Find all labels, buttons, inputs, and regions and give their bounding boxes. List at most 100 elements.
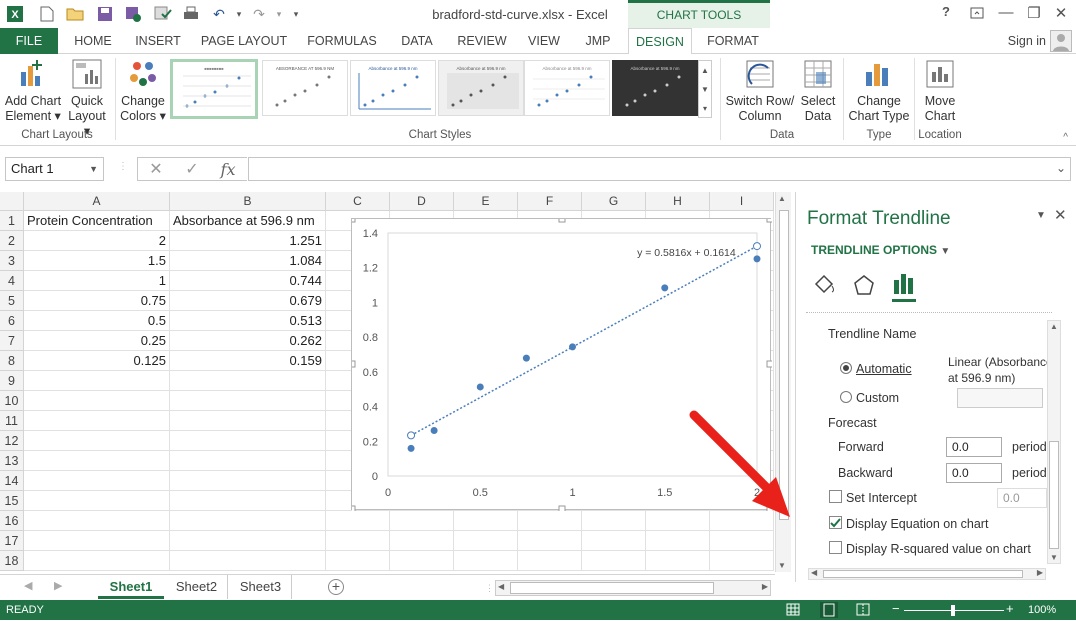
row-header[interactable]: 4: [0, 271, 24, 291]
column-header[interactable]: C: [326, 192, 390, 211]
column-header[interactable]: A: [24, 192, 170, 211]
cell[interactable]: 0.513: [170, 311, 326, 331]
zoom-slider-handle[interactable]: [951, 605, 955, 616]
select-data-button[interactable]: Select Data: [796, 58, 840, 124]
automatic-label[interactable]: Automatic: [856, 362, 912, 376]
switch-row-column-button[interactable]: Switch Row/ Column: [724, 58, 796, 124]
cell[interactable]: 0.679: [170, 291, 326, 311]
chart-style-2[interactable]: ABSORBANCE AT 596.9 NM: [262, 60, 348, 116]
checkmark-icon[interactable]: [154, 5, 172, 23]
scroll-up-icon[interactable]: ▲: [778, 194, 786, 203]
open-folder-icon[interactable]: [66, 5, 84, 23]
zoom-out-button[interactable]: −: [892, 601, 900, 616]
expand-formula-bar-icon[interactable]: ⌄: [1056, 161, 1066, 175]
new-file-icon[interactable]: [38, 5, 56, 23]
restore-button[interactable]: ❐: [1023, 4, 1045, 22]
tab-jmp[interactable]: JMP: [576, 28, 620, 54]
change-colors-button[interactable]: Change Colors ▾: [120, 58, 166, 124]
cell[interactable]: [24, 431, 170, 451]
cell[interactable]: [454, 511, 518, 531]
row-header[interactable]: 1: [0, 211, 24, 231]
scroll-left-icon[interactable]: ◀: [498, 582, 504, 591]
cell[interactable]: [710, 531, 774, 551]
cell[interactable]: 0.159: [170, 351, 326, 371]
cell[interactable]: [582, 551, 646, 571]
cell[interactable]: [24, 531, 170, 551]
next-sheet-icon[interactable]: ▶: [54, 579, 62, 592]
cell[interactable]: [170, 531, 326, 551]
row-header[interactable]: 2: [0, 231, 24, 251]
custom-name-input[interactable]: [957, 388, 1043, 408]
quick-layout-button[interactable]: Quick Layout ▾: [64, 58, 110, 139]
cell[interactable]: [170, 391, 326, 411]
row-header[interactable]: 15: [0, 491, 24, 511]
pane-scroll-left-icon[interactable]: ◀: [811, 568, 817, 577]
cell[interactable]: [646, 531, 710, 551]
column-header[interactable]: F: [518, 192, 582, 211]
column-header[interactable]: B: [170, 192, 326, 211]
help-button[interactable]: ?: [935, 4, 957, 19]
cell[interactable]: Protein Concentration: [24, 211, 170, 231]
cell[interactable]: [326, 511, 390, 531]
page-layout-view-icon[interactable]: [820, 602, 838, 618]
collapse-ribbon-icon[interactable]: ^: [1063, 132, 1068, 143]
row-header[interactable]: 11: [0, 411, 24, 431]
effects-icon[interactable]: [852, 274, 876, 299]
tab-home[interactable]: HOME: [66, 28, 120, 54]
redo-dropdown-icon[interactable]: ▾: [270, 5, 288, 23]
prev-sheet-icon[interactable]: ◀: [24, 579, 32, 592]
chart-style-5[interactable]: Absorbance at 596.9 nm: [524, 60, 610, 116]
user-avatar[interactable]: [1050, 30, 1072, 52]
cell[interactable]: 0.125: [24, 351, 170, 371]
sheet-tab-sheet2[interactable]: Sheet2: [166, 575, 228, 599]
pane-h-scrollbar-thumb[interactable]: [823, 570, 1023, 578]
set-intercept-label[interactable]: Set Intercept: [846, 491, 917, 505]
row-header[interactable]: 6: [0, 311, 24, 331]
cell[interactable]: 1.251: [170, 231, 326, 251]
row-header[interactable]: 14: [0, 471, 24, 491]
name-box[interactable]: Chart 1 ▼: [5, 157, 104, 181]
pane-scroll-right-icon[interactable]: ▶: [1037, 568, 1043, 577]
cell[interactable]: 1.5: [24, 251, 170, 271]
display-equation-label[interactable]: Display Equation on chart: [846, 517, 988, 531]
ribbon-display-options-icon[interactable]: [966, 4, 988, 22]
cell[interactable]: [582, 511, 646, 531]
row-header[interactable]: 9: [0, 371, 24, 391]
forward-input[interactable]: 0.0: [946, 437, 1002, 457]
change-chart-type-button[interactable]: Change Chart Type: [846, 58, 912, 124]
minimize-button[interactable]: —: [995, 4, 1017, 21]
print-icon[interactable]: [182, 5, 200, 23]
cell[interactable]: [326, 531, 390, 551]
column-header[interactable]: I: [710, 192, 774, 211]
sheet-tab-sheet3[interactable]: Sheet3: [230, 575, 292, 599]
display-equation-checkbox[interactable]: [829, 516, 842, 529]
chart-style-6[interactable]: Absorbance at 596.9 nm: [612, 60, 698, 116]
cell[interactable]: [24, 371, 170, 391]
zoom-in-button[interactable]: +: [1006, 601, 1014, 616]
undo-dropdown-icon[interactable]: ▾: [230, 5, 248, 23]
tab-data[interactable]: DATA: [392, 28, 442, 54]
tab-design[interactable]: DESIGN: [628, 28, 692, 55]
pane-horizontal-scrollbar[interactable]: ◀ ▶: [808, 568, 1046, 580]
row-header[interactable]: 16: [0, 511, 24, 531]
move-chart-button[interactable]: Move Chart: [916, 58, 964, 124]
cell[interactable]: [24, 551, 170, 571]
cell[interactable]: 1.084: [170, 251, 326, 271]
chart-styles-scroll[interactable]: ▲ ▼ ▾: [698, 60, 712, 118]
cell[interactable]: [390, 551, 454, 571]
add-chart-element-button[interactable]: Add Chart Element ▾: [2, 58, 64, 124]
tab-review[interactable]: REVIEW: [452, 28, 512, 54]
tab-formulas[interactable]: FORMULAS: [302, 28, 382, 54]
custom-label[interactable]: Custom: [856, 391, 899, 405]
pane-scroll-down-icon[interactable]: ▼: [1050, 553, 1058, 562]
redo-icon[interactable]: ↷: [250, 5, 268, 23]
display-r-squared-label[interactable]: Display R-squared value on chart: [846, 542, 1031, 556]
cell[interactable]: [582, 531, 646, 551]
display-r-squared-checkbox[interactable]: [829, 541, 842, 554]
save-icon[interactable]: [96, 5, 114, 23]
normal-view-icon[interactable]: [786, 603, 800, 619]
cell[interactable]: 0.744: [170, 271, 326, 291]
cell[interactable]: [170, 451, 326, 471]
cell[interactable]: [170, 371, 326, 391]
cell[interactable]: 0.75: [24, 291, 170, 311]
